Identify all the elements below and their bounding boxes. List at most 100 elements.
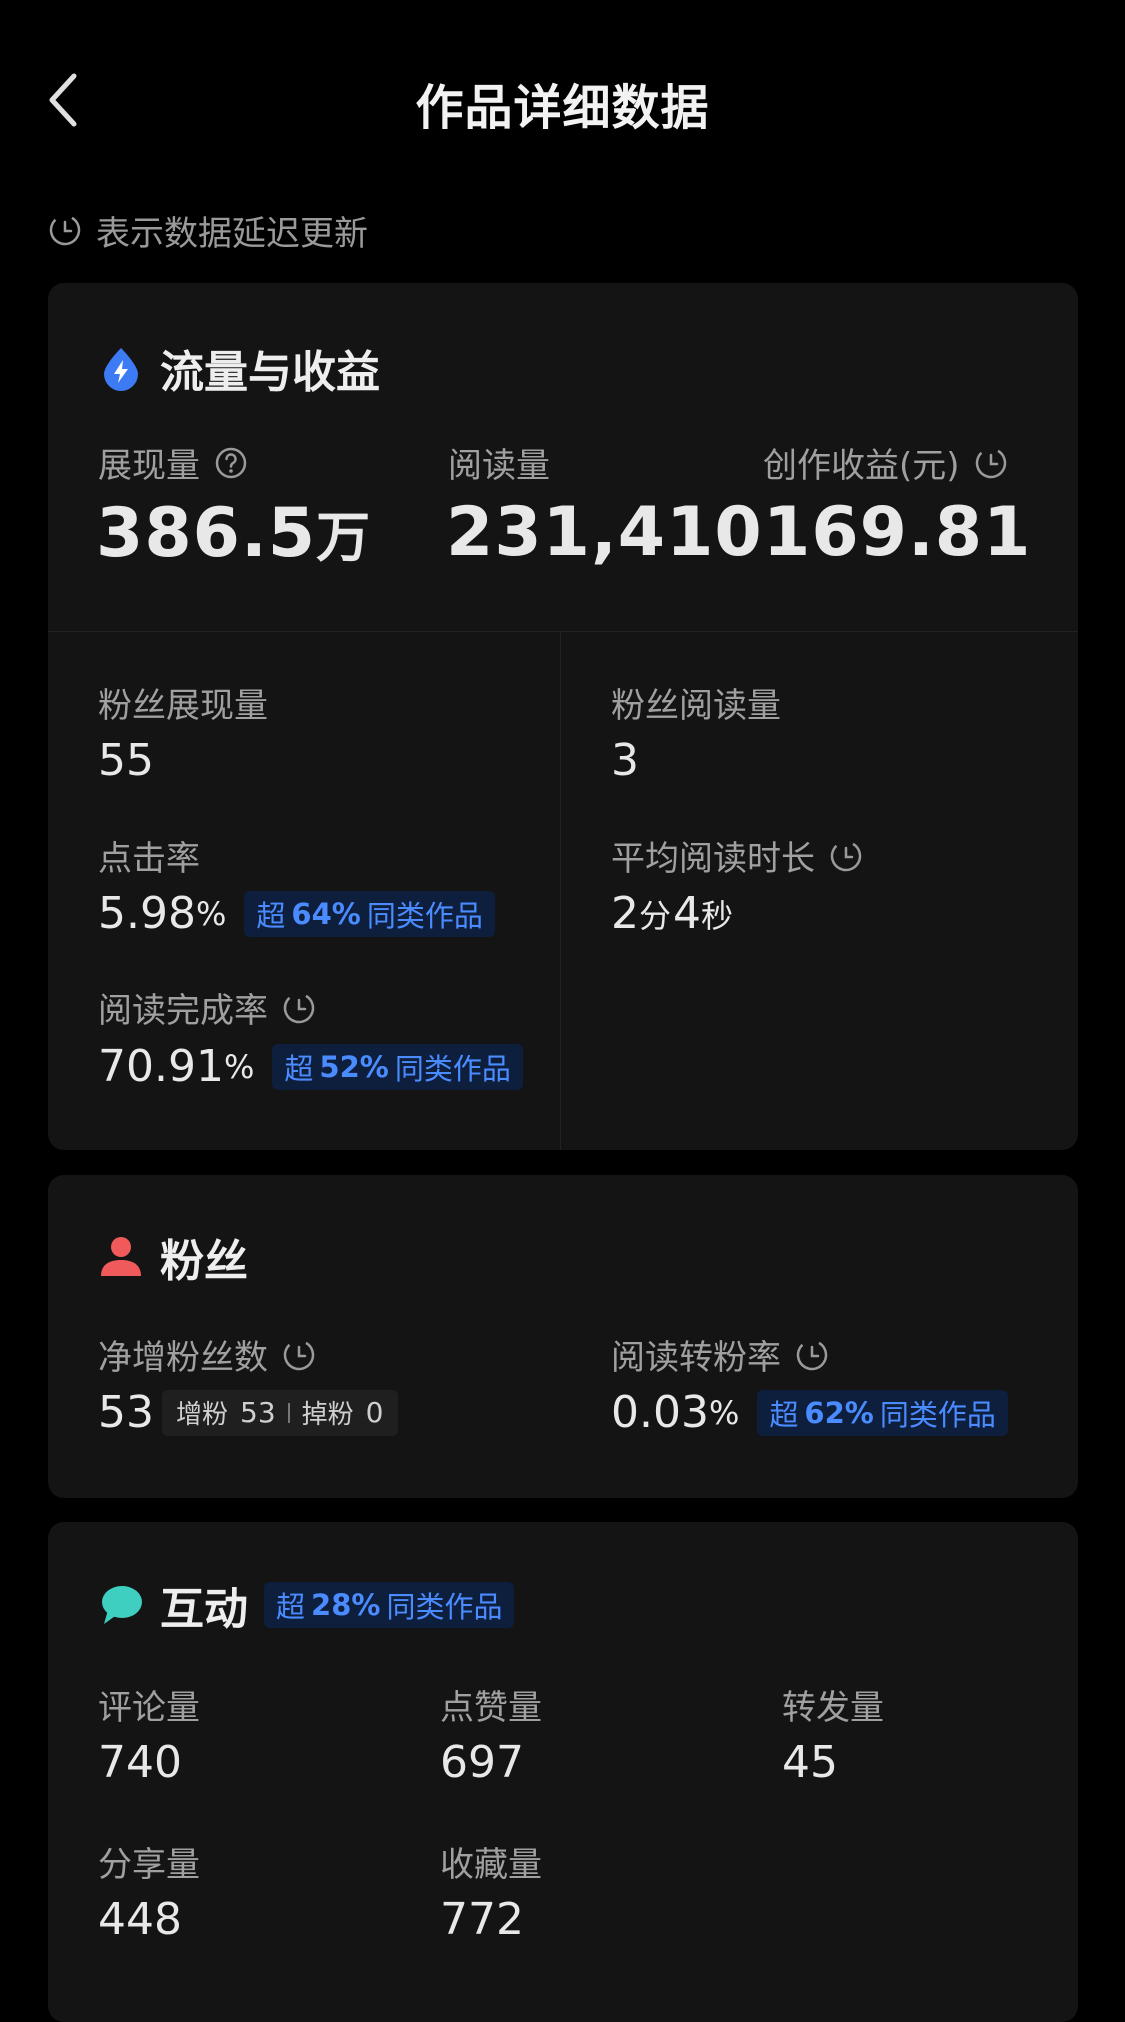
- badge-percent: 64%: [291, 896, 361, 931]
- badge-prefix: 超: [284, 1051, 314, 1086]
- net-gain-number: 53: [98, 1387, 154, 1438]
- avg-read-time-label: 平均阅读时长: [611, 831, 863, 880]
- clock-icon: [283, 992, 315, 1023]
- completion-label: 阅读完成率: [98, 983, 316, 1032]
- traffic-section-title: 流量与收益: [160, 347, 380, 398]
- conversion-label-text: 阅读转粉率: [611, 1338, 781, 1378]
- avg-read-seconds: 4: [673, 888, 702, 939]
- traffic-section-header: 流量与收益: [98, 338, 380, 398]
- conversion-rank-badge: 超 62% 同类作品: [757, 1389, 1008, 1436]
- reposts-value: 45: [782, 1737, 838, 1788]
- fans-section-header: 粉丝: [98, 1227, 248, 1287]
- badge-prefix: 超: [276, 1590, 306, 1624]
- fan-impressions-value: 55: [98, 735, 154, 786]
- loss-label: 掉粉: [301, 1400, 354, 1430]
- traffic-card: 流量与收益 展现量 386.5万 阅读量 231,410 创作收益(元) 169…: [48, 283, 1078, 1150]
- clock-icon: [283, 1339, 315, 1370]
- reads-label-text: 阅读量: [448, 446, 550, 486]
- water-drop-bolt-icon: [104, 348, 138, 391]
- traffic-column-divider: [560, 632, 561, 1150]
- breakdown-separator: [287, 1402, 290, 1423]
- delay-note: 表示数据延迟更新: [48, 205, 368, 255]
- ctr-label-text: 点击率: [98, 839, 200, 879]
- completion-unit: %: [223, 1047, 255, 1086]
- impressions-label: 展现量: [98, 438, 248, 487]
- badge-suffix: 同类作品: [879, 1397, 996, 1432]
- loss-value: 0: [365, 1396, 384, 1429]
- fans-section-title: 粉丝: [160, 1236, 248, 1287]
- completion-rank-badge: 超 52% 同类作品: [272, 1043, 523, 1090]
- avg-read-minutes-unit: 分: [639, 896, 672, 935]
- ctr-unit: %: [195, 894, 227, 933]
- impressions-value: 386.5万: [96, 493, 371, 573]
- ctr-value: 5.98% 超 64% 同类作品: [98, 888, 495, 939]
- clock-icon: [975, 447, 1006, 478]
- fan-impressions-label: 粉丝展现量: [98, 678, 268, 727]
- page-title: 作品详细数据: [415, 80, 710, 136]
- avg-read-minutes: 2: [611, 888, 639, 939]
- avg-read-time-label-text: 平均阅读时长: [611, 839, 815, 879]
- badge-suffix: 同类作品: [366, 898, 483, 933]
- revenue-label: 创作收益(元): [763, 438, 1008, 487]
- badge-prefix: 超: [256, 898, 286, 933]
- likes-value: 697: [440, 1737, 524, 1788]
- reposts-label: 转发量: [782, 1688, 884, 1728]
- gain-label: 增粉: [176, 1400, 229, 1430]
- completion-value: 70.91% 超 52% 同类作品: [98, 1041, 523, 1092]
- delay-note-text: 表示数据延迟更新: [96, 213, 368, 254]
- shares-label: 分享量: [98, 1845, 200, 1885]
- clock-icon: [49, 214, 81, 246]
- fan-reads-label-text: 粉丝阅读量: [611, 686, 781, 726]
- traffic-divider: [48, 631, 1078, 632]
- completion-label-text: 阅读完成率: [98, 991, 268, 1031]
- fan-impressions-label-text: 粉丝展现量: [98, 686, 268, 726]
- net-gain-label: 净增粉丝数: [98, 1330, 316, 1379]
- badge-percent: 52%: [319, 1049, 389, 1084]
- favorites-value: 772: [440, 1894, 524, 1945]
- badge-suffix: 同类作品: [394, 1051, 511, 1086]
- page-header: 作品详细数据: [0, 0, 1125, 200]
- conversion-number: 0.03: [611, 1387, 709, 1438]
- fan-reads-value: 3: [611, 735, 639, 786]
- fans-card: 粉丝 净增粉丝数 53 增粉 53 掉粉 0 阅读转粉率 0.03% 超 62% 同类作…: [48, 1175, 1078, 1498]
- revenue-value: 169.81: [763, 493, 1032, 572]
- badge-suffix: 同类作品: [386, 1590, 503, 1624]
- conversion-unit: %: [708, 1393, 740, 1432]
- conversion-value: 0.03% 超 62% 同类作品: [611, 1387, 1008, 1438]
- gain-loss-breakdown: 增粉 53 掉粉 0: [162, 1389, 398, 1436]
- interaction-section-title: 互动: [160, 1584, 248, 1635]
- badge-percent: 62%: [804, 1395, 874, 1430]
- ctr-rank-badge: 超 64% 同类作品: [244, 890, 495, 937]
- clock-icon: [830, 840, 862, 871]
- reads-value: 231,410: [446, 493, 763, 572]
- comments-value: 740: [98, 1737, 182, 1788]
- interaction-rank-badge: 超 28% 同类作品: [264, 1582, 515, 1628]
- conversion-label: 阅读转粉率: [611, 1330, 829, 1379]
- question-circle-icon[interactable]: [214, 446, 248, 480]
- impressions-label-text: 展现量: [98, 446, 200, 486]
- impressions-number: 386.5: [96, 494, 317, 573]
- ctr-label: 点击率: [98, 831, 200, 880]
- reads-label: 阅读量: [448, 438, 550, 487]
- avg-read-seconds-unit: 秒: [701, 896, 734, 935]
- net-gain-label-text: 净增粉丝数: [98, 1338, 268, 1378]
- interaction-card: 互动 超 28% 同类作品 评论量 740 点赞量 697 转发量 45 分享量 4…: [48, 1522, 1078, 2022]
- fan-reads-label: 粉丝阅读量: [611, 678, 781, 727]
- avg-read-time-value: 2分4秒: [611, 888, 735, 939]
- impressions-unit: 万: [316, 506, 372, 569]
- comments-label: 评论量: [98, 1688, 200, 1728]
- chat-bubble-icon: [102, 1586, 142, 1624]
- gain-value: 53: [240, 1396, 276, 1429]
- shares-value: 448: [98, 1894, 182, 1945]
- interaction-section-header: 互动 超 28% 同类作品: [98, 1575, 515, 1635]
- ctr-number: 5.98: [98, 888, 196, 939]
- net-gain-value: 53 增粉 53 掉粉 0: [98, 1387, 398, 1438]
- likes-label: 点赞量: [440, 1688, 542, 1728]
- badge-percent: 28%: [311, 1588, 381, 1622]
- completion-number: 70.91: [98, 1041, 224, 1092]
- badge-prefix: 超: [769, 1397, 799, 1432]
- clock-icon: [796, 1339, 828, 1370]
- revenue-label-text: 创作收益(元): [763, 446, 960, 486]
- person-icon: [101, 1237, 141, 1276]
- favorites-label: 收藏量: [440, 1845, 542, 1885]
